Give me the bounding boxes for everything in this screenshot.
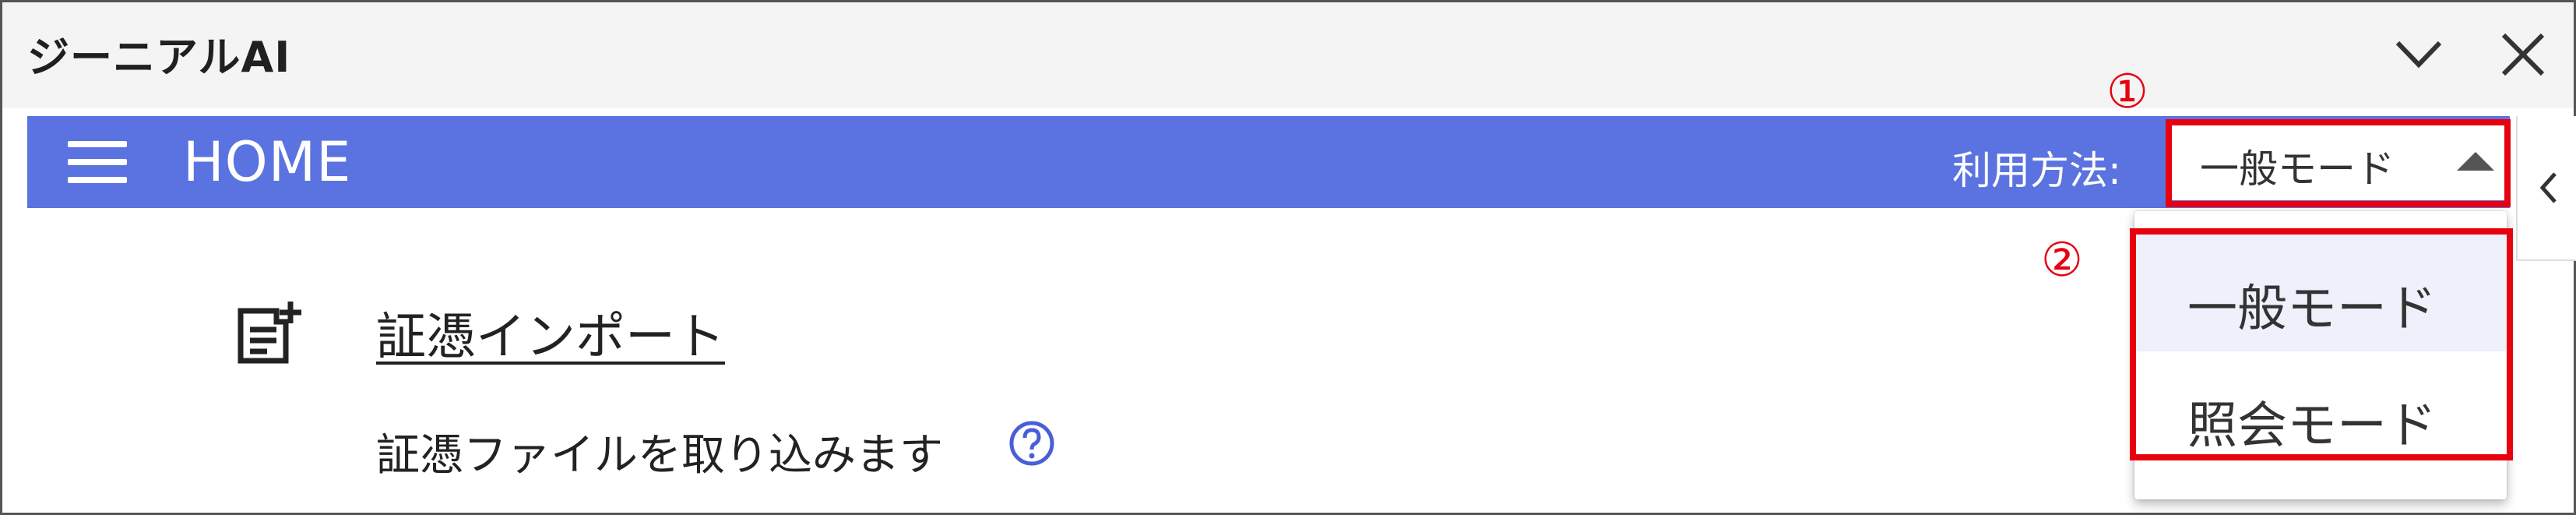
receipt-import-link[interactable]: 証憑インポート (376, 297, 725, 369)
help-icon[interactable] (1008, 420, 1055, 467)
app-window: ジーニアルAI HOME 利用方法: 一般モード 一般モード 照会モード ① ② (0, 0, 2576, 515)
annotation-highlight-2 (2130, 228, 2513, 460)
side-panel-toggle[interactable] (2516, 116, 2576, 261)
add-document-icon (238, 302, 301, 364)
chevron-left-icon (2539, 172, 2557, 203)
page-title: HOME (183, 130, 352, 194)
annotation-callout-2: ② (2041, 233, 2083, 287)
chevron-down-icon[interactable] (2384, 19, 2454, 90)
close-icon[interactable] (2488, 19, 2558, 90)
receipt-import-description: 証憑ファイルを取り込みます (376, 430, 943, 481)
app-header: HOME 利用方法: 一般モード (27, 116, 2525, 208)
window-title-bar: ジーニアルAI (2, 2, 2574, 108)
annotation-highlight-1 (2166, 119, 2511, 207)
annotation-callout-1: ① (2106, 65, 2148, 119)
hamburger-menu-icon[interactable] (68, 138, 127, 186)
app-title: ジーニアルAI (27, 33, 291, 82)
usage-mode-label: 利用方法: (1952, 148, 2121, 193)
